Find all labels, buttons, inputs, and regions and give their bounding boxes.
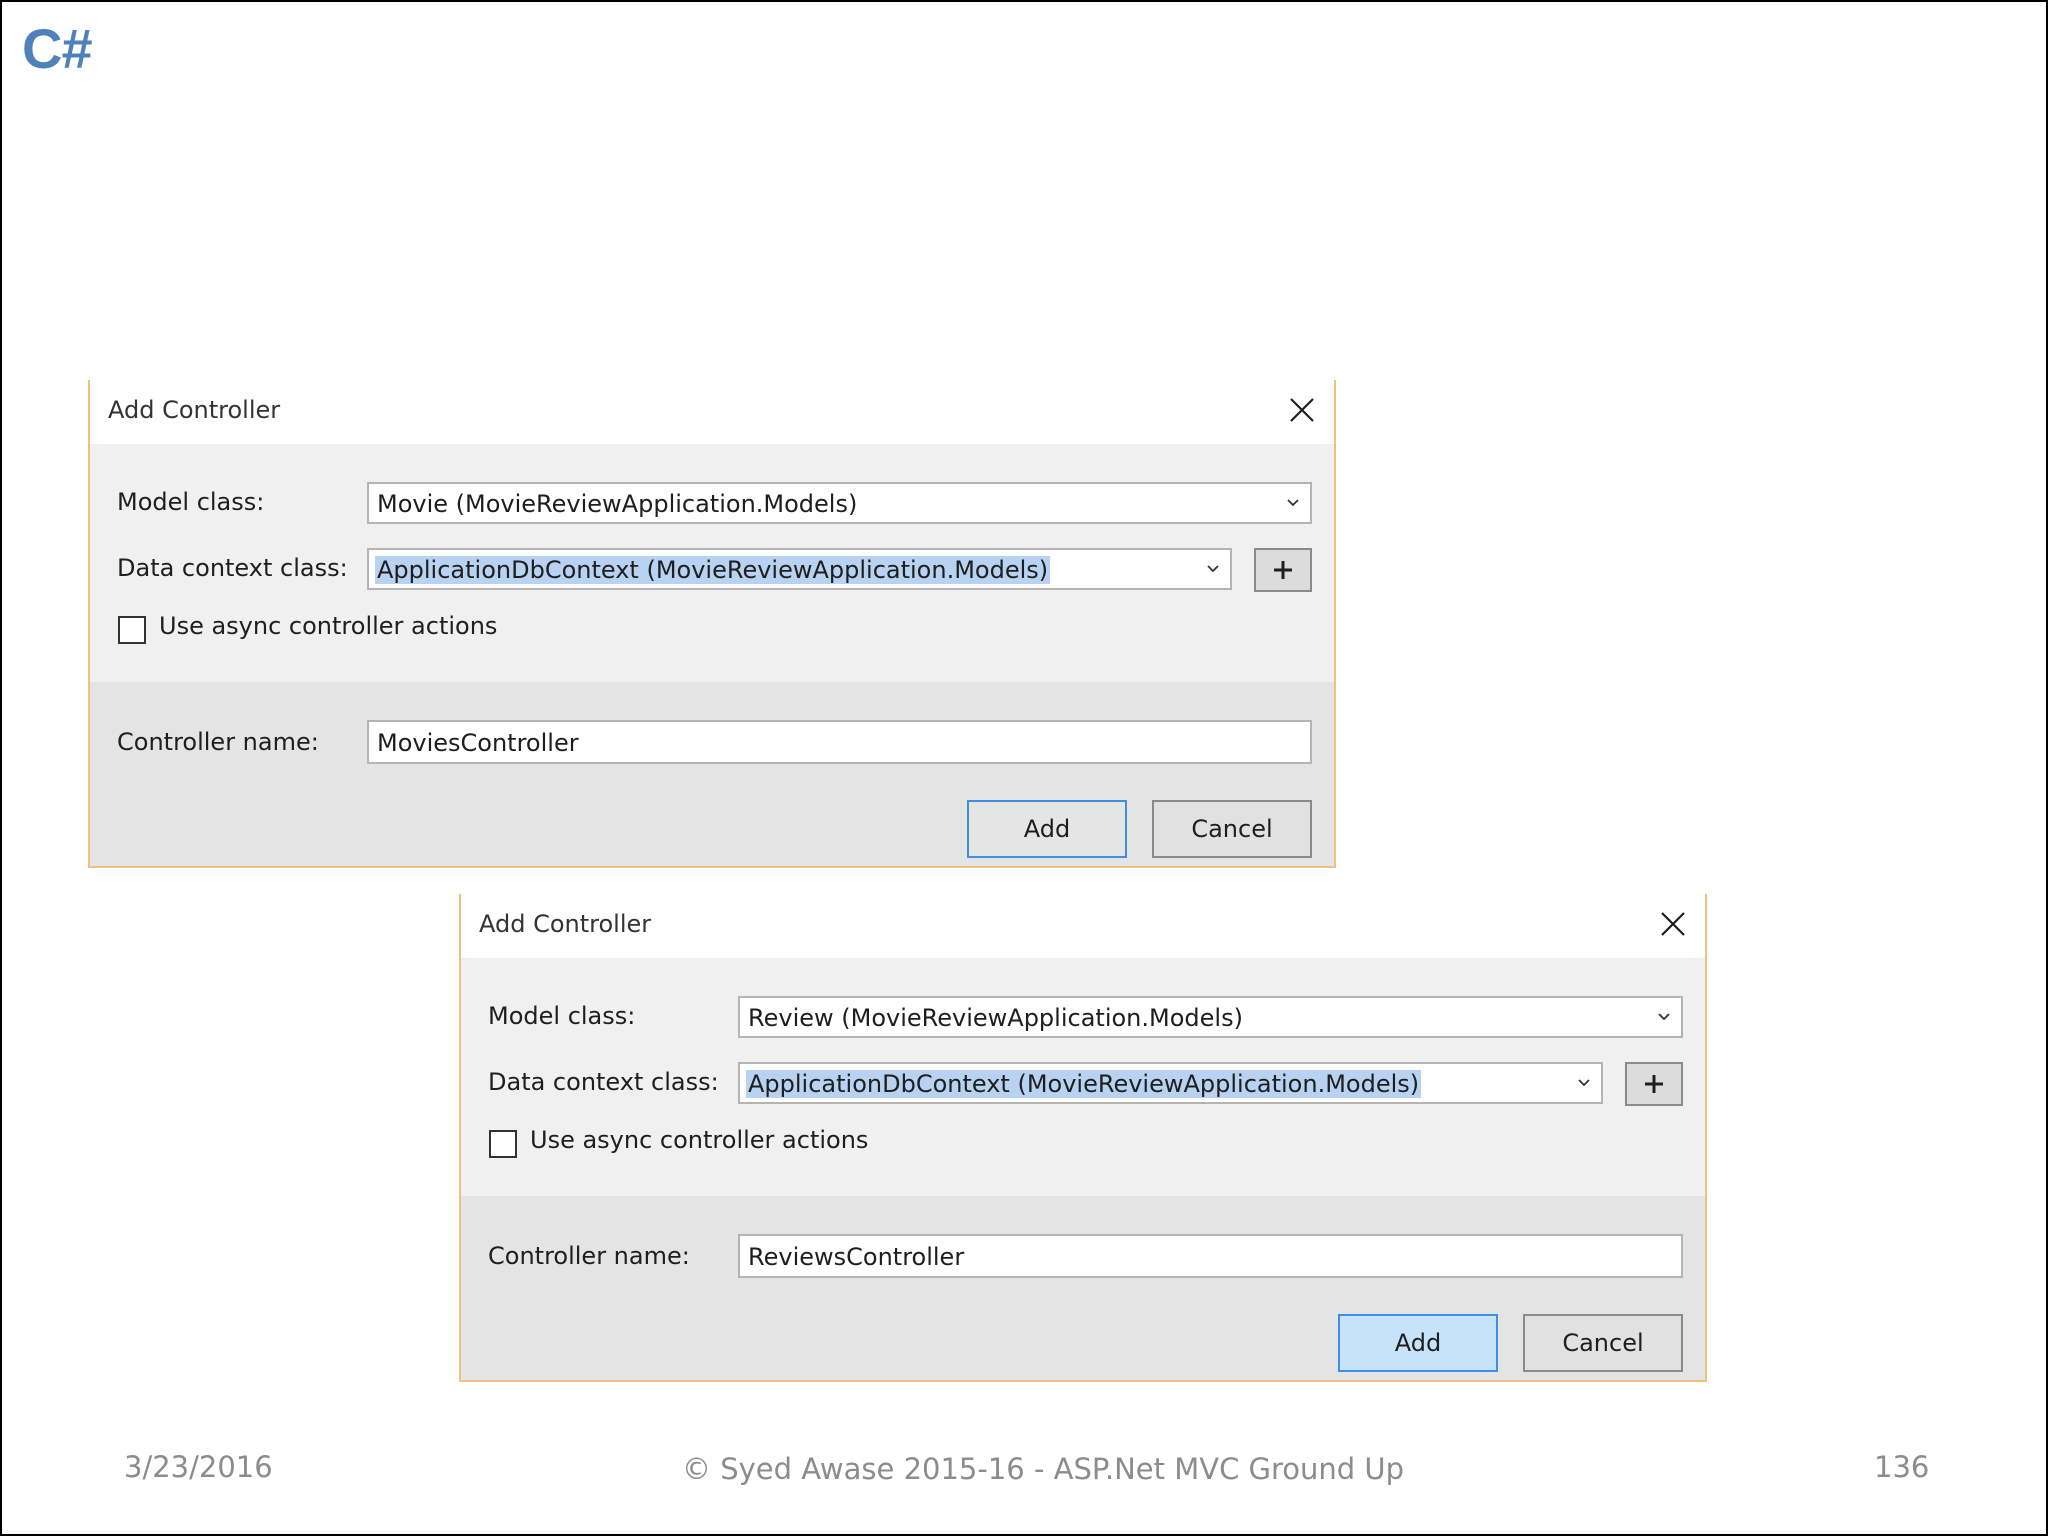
model-class-value: Movie (MovieReviewApplication.Models) <box>377 490 858 518</box>
add-controller-dialog-movies: Add Controller Model class: Movie (Movie… <box>88 380 1336 868</box>
add-data-context-button[interactable] <box>1254 548 1312 592</box>
slide-copyright: © Syed Awase 2015-16 - ASP.Net MVC Groun… <box>682 1452 1405 1486</box>
controller-name-label: Controller name: <box>488 1242 690 1270</box>
dialog-titlebar: Add Controller <box>90 380 1334 444</box>
close-button[interactable] <box>1286 394 1318 426</box>
controller-name-input[interactable]: MoviesController <box>367 720 1312 764</box>
cancel-button[interactable]: Cancel <box>1152 800 1312 858</box>
controller-name-value: MoviesController <box>377 729 579 757</box>
controller-name-value: ReviewsController <box>748 1243 965 1271</box>
dialog-titlebar: Add Controller <box>461 894 1705 958</box>
plus-icon <box>1274 561 1292 579</box>
model-class-value: Review (MovieReviewApplication.Models) <box>748 1004 1243 1032</box>
slide: C# Add Controller Model class: Movie (Mo… <box>0 0 2048 1536</box>
data-context-value: ApplicationDbContext (MovieReviewApplica… <box>375 556 1051 584</box>
slide-page-number: 136 <box>1874 1450 1930 1484</box>
plus-icon <box>1645 1075 1663 1093</box>
chevron-down-icon <box>1286 496 1300 510</box>
async-actions-checkbox[interactable] <box>118 616 146 644</box>
chevron-down-icon <box>1577 1076 1591 1090</box>
data-context-label: Data context class: <box>488 1068 719 1096</box>
add-button[interactable]: Add <box>967 800 1127 858</box>
dialog-title: Add Controller <box>108 396 281 424</box>
data-context-label: Data context class: <box>117 554 348 582</box>
async-actions-label[interactable]: Use async controller actions <box>159 612 497 640</box>
async-actions-checkbox[interactable] <box>489 1130 517 1158</box>
async-actions-label[interactable]: Use async controller actions <box>530 1126 868 1154</box>
csharp-logo: C# <box>22 17 93 80</box>
cancel-button[interactable]: Cancel <box>1523 1314 1683 1372</box>
controller-name-input[interactable]: ReviewsController <box>738 1234 1683 1278</box>
data-context-select[interactable]: ApplicationDbContext (MovieReviewApplica… <box>738 1062 1603 1104</box>
data-context-value: ApplicationDbContext (MovieReviewApplica… <box>746 1070 1422 1098</box>
close-icon <box>1661 912 1685 936</box>
model-class-label: Model class: <box>488 1002 636 1030</box>
close-button[interactable] <box>1657 908 1689 940</box>
close-icon <box>1290 398 1314 422</box>
add-data-context-button[interactable] <box>1625 1062 1683 1106</box>
add-button[interactable]: Add <box>1338 1314 1498 1372</box>
dialog-footer-area <box>90 682 1334 866</box>
controller-name-label: Controller name: <box>117 728 319 756</box>
slide-date: 3/23/2016 <box>124 1450 273 1484</box>
dialog-title: Add Controller <box>479 910 652 938</box>
chevron-down-icon <box>1657 1010 1671 1024</box>
data-context-select[interactable]: ApplicationDbContext (MovieReviewApplica… <box>367 548 1232 590</box>
dialog-footer-area <box>461 1196 1705 1380</box>
model-class-select[interactable]: Review (MovieReviewApplication.Models) <box>738 996 1683 1038</box>
chevron-down-icon <box>1206 562 1220 576</box>
add-controller-dialog-reviews: Add Controller Model class: Review (Movi… <box>459 894 1707 1382</box>
model-class-select[interactable]: Movie (MovieReviewApplication.Models) <box>367 482 1312 524</box>
model-class-label: Model class: <box>117 488 265 516</box>
